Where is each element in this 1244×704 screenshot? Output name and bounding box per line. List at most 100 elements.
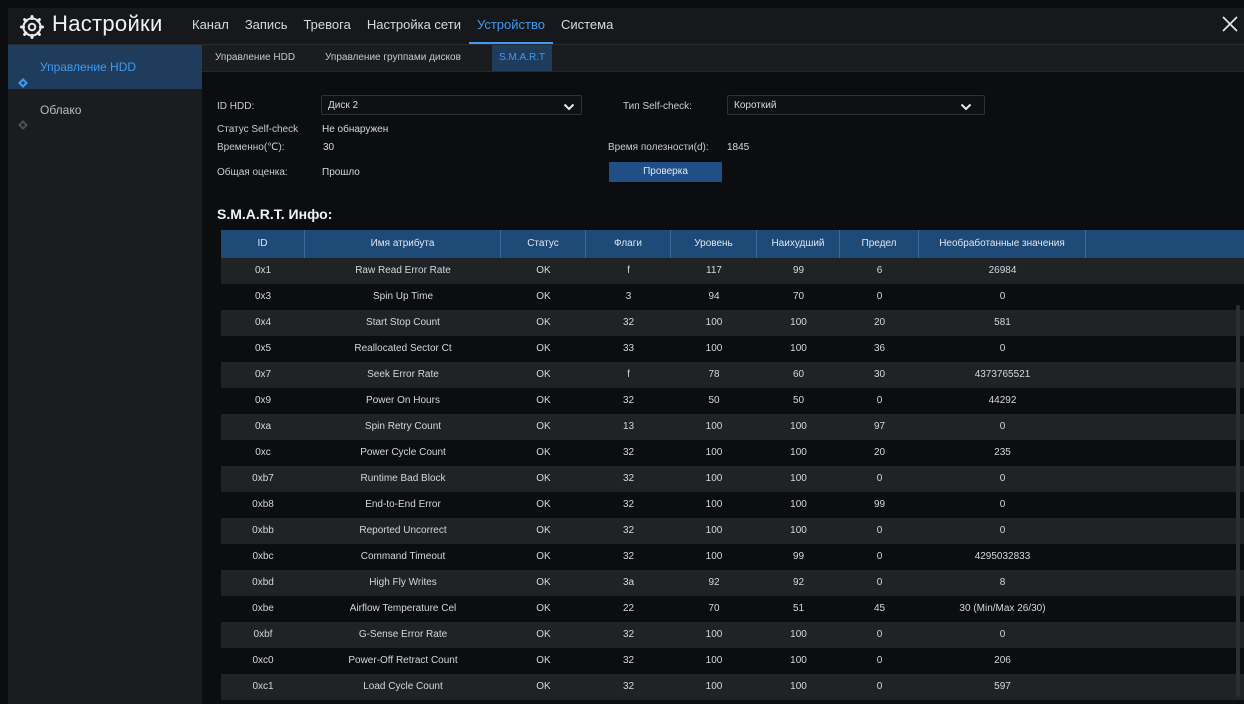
table-cell: 100 xyxy=(790,473,807,484)
check-button[interactable]: Проверка xyxy=(609,162,722,182)
main-panel: Управление HDD Управление группами диско… xyxy=(202,45,1244,704)
table-row[interactable]: 0xbd High Fly Writes OK 3a 92 92 0 8 xyxy=(221,570,1244,596)
table-cell: 597 xyxy=(994,681,1011,692)
scrollbar[interactable] xyxy=(1236,305,1240,697)
table-row[interactable]: 0xc1 Load Cycle Count OK 32 100 100 0 597 xyxy=(221,674,1244,700)
table-cell: Spin Retry Count xyxy=(364,421,442,432)
table-cell: Spin Up Time xyxy=(372,291,434,302)
table-cell: 0 xyxy=(876,551,883,562)
tab-hdd-management[interactable]: Управление HDD xyxy=(215,45,295,71)
table-cell: 78 xyxy=(708,369,720,380)
sidebar-item-label: Облако xyxy=(40,103,82,117)
table-row[interactable]: 0xb8 End-to-End Error OK 32 100 100 99 0 xyxy=(221,492,1244,518)
table-row[interactable]: 0xc0 Power-Off Retract Count OK 32 100 100 0 20… xyxy=(221,648,1244,674)
table-cell: 32 xyxy=(622,655,635,666)
table-row[interactable]: 0x1 Raw Read Error Rate OK f 117 99 6 26984 xyxy=(221,258,1244,284)
chevron-down-icon xyxy=(960,100,972,111)
table-cell: OK xyxy=(536,317,551,328)
table-cell: 3 xyxy=(625,291,632,302)
table-cell: 100 xyxy=(705,473,723,484)
nav-network[interactable]: Настройка сети xyxy=(359,8,469,44)
table-cell: OK xyxy=(536,577,551,588)
table-row[interactable]: 0x7 Seek Error Rate OK f 78 60 30 4373765521 xyxy=(221,362,1244,388)
nav-record[interactable]: Запись xyxy=(237,8,296,44)
hdd-id-value: Диск 2 xyxy=(328,100,359,111)
table-cell: 0 xyxy=(876,629,883,640)
chevron-down-icon xyxy=(563,100,575,111)
table-cell: 0xbb xyxy=(252,525,274,536)
table-cell: OK xyxy=(536,681,551,692)
table-cell: 45 xyxy=(873,603,886,614)
table-cell: 100 xyxy=(790,499,807,510)
table-cell: 6 xyxy=(876,265,883,276)
table-cell: 0 xyxy=(876,291,883,302)
table-row[interactable]: 0xbb Reported Uncorrect OK 32 100 100 0 0 xyxy=(221,518,1244,544)
tab-disk-groups[interactable]: Управление группами дисков xyxy=(325,45,461,71)
table-cell: 0 xyxy=(876,655,883,666)
table-row[interactable]: 0xa Spin Retry Count OK 13 100 100 97 0 xyxy=(221,414,1244,440)
table-row[interactable]: 0xbc Command Timeout OK 32 100 99 0 4295032833 xyxy=(221,544,1244,570)
table-cell: 26984 xyxy=(988,265,1017,276)
table-cell xyxy=(1086,388,1244,414)
nav-system[interactable]: Система xyxy=(553,8,621,44)
table-cell: OK xyxy=(536,551,551,562)
table-cell: Raw Read Error Rate xyxy=(355,265,451,276)
table-cell: 33 xyxy=(622,343,635,354)
table-cell: 100 xyxy=(790,421,807,432)
nav-device[interactable]: Устройство xyxy=(468,8,553,44)
table-cell xyxy=(1086,596,1244,622)
selfcheck-type-select[interactable]: Короткий xyxy=(727,95,985,115)
table-cell: 50 xyxy=(708,395,720,406)
table-row[interactable]: 0x5 Reallocated Sector Ct OK 33 100 100 36 0 xyxy=(221,336,1244,362)
table-row[interactable]: 0xbf G-Sense Error Rate OK 32 100 100 0 0 xyxy=(221,622,1244,648)
table-cell: f xyxy=(627,265,630,276)
table-cell: 36 xyxy=(873,343,886,354)
table-cell: 32 xyxy=(622,447,635,458)
table-cell xyxy=(1086,284,1244,310)
sidebar-item-hdd-management[interactable]: Управление HDD xyxy=(8,45,202,89)
table-row[interactable]: 0xbe Airflow Temperature Cel OK 22 70 51 45 30 … xyxy=(221,596,1244,622)
table-cell: 70 xyxy=(792,291,805,302)
table-cell: Seek Error Rate xyxy=(367,369,439,380)
table-cell: 20 xyxy=(873,447,886,458)
selfcheck-type-value: Короткий xyxy=(734,100,777,111)
table-cell: 0xc0 xyxy=(252,655,274,666)
tab-smart[interactable]: S.M.A.R.T xyxy=(492,45,553,71)
overall-label: Общая оценка: xyxy=(217,167,288,178)
table-cell: 32 xyxy=(622,499,635,510)
table-cell xyxy=(1086,622,1244,648)
table-cell: Runtime Bad Block xyxy=(360,473,446,484)
table-cell: OK xyxy=(536,525,551,536)
table-cell xyxy=(1086,362,1244,388)
table-cell: OK xyxy=(536,655,551,666)
table-cell: 3a xyxy=(622,577,635,588)
table-row[interactable]: 0xc Power Cycle Count OK 32 100 100 20 235 xyxy=(221,440,1244,466)
table-cell: 51 xyxy=(792,603,805,614)
table-cell: OK xyxy=(536,369,551,380)
table-row[interactable]: 0xb7 Runtime Bad Block OK 32 100 100 0 0 xyxy=(221,466,1244,492)
nav-alarm[interactable]: Тревога xyxy=(295,8,358,44)
hdd-id-select[interactable]: Диск 2 xyxy=(321,95,582,115)
close-icon[interactable] xyxy=(1218,12,1242,36)
table-row[interactable]: 0x4 Start Stop Count OK 32 100 100 20 581 xyxy=(221,310,1244,336)
table-cell: Reported Uncorrect xyxy=(359,525,447,536)
table-cell: 0xc1 xyxy=(252,681,274,692)
table-cell xyxy=(1086,310,1244,336)
table-row[interactable]: 0x9 Power On Hours OK 32 50 50 0 44292 xyxy=(221,388,1244,414)
nav-channel[interactable]: Канал xyxy=(184,8,237,44)
table-cell xyxy=(1086,466,1244,492)
selfcheck-type-label: Тип Self-check: xyxy=(623,101,692,112)
table-cell: End-to-End Error xyxy=(365,499,441,510)
table-cell: 0 xyxy=(999,499,1006,510)
table-cell: 100 xyxy=(790,525,807,536)
uptime-label: Время полезности(d): xyxy=(608,142,709,153)
table-cell: 13 xyxy=(622,421,635,432)
table-cell: 8 xyxy=(999,577,1006,588)
table-cell xyxy=(1086,258,1244,284)
sidebar-item-cloud[interactable]: Облако xyxy=(8,89,202,131)
table-row[interactable]: 0x3 Spin Up Time OK 3 94 70 0 0 xyxy=(221,284,1244,310)
table-cell: 32 xyxy=(622,551,635,562)
table-cell xyxy=(1086,336,1244,362)
table-cell: High Fly Writes xyxy=(369,577,437,588)
table-cell: 4373765521 xyxy=(974,369,1031,380)
